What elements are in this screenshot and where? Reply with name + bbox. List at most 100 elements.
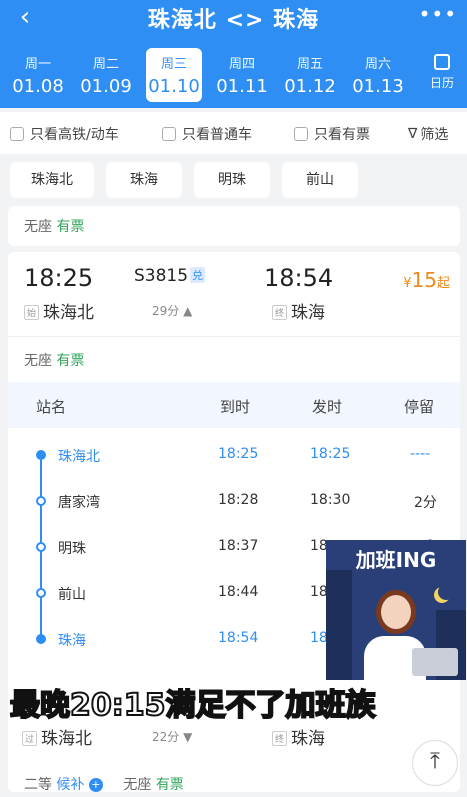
date-tab-sat[interactable]: 周六 01.13: [350, 48, 406, 102]
building-shape: [326, 570, 352, 680]
date-tab-fri[interactable]: 周五 01.12: [282, 48, 338, 102]
duration-toggle[interactable]: 22分 ▼: [152, 728, 192, 745]
stop-station: 前山: [58, 587, 86, 603]
arrive-station-name: 珠海: [291, 729, 326, 749]
date-label: 01.10: [148, 76, 200, 97]
filter-label: 只看普通车: [182, 127, 252, 143]
date-tab-thu[interactable]: 周四 01.11: [214, 48, 270, 102]
seat-info: 二等 候补 + 无座 有票: [24, 774, 184, 794]
weekday-label: 周六: [364, 57, 391, 72]
stop-depart: 18:30: [310, 492, 351, 508]
depart-station-name: 珠海北: [41, 729, 93, 749]
stop-stay: ----: [410, 446, 431, 462]
date-label: 01.11: [216, 76, 268, 97]
checkbox-icon[interactable]: [162, 127, 176, 141]
date-tab-tue[interactable]: 周二 01.09: [78, 48, 134, 102]
pass-badge: 过: [22, 731, 38, 746]
station-chip-zhuhai[interactable]: 珠海: [106, 162, 182, 198]
seat-status: 有票: [56, 219, 85, 235]
filter-bar: 只看高铁/动车 只看普通车 只看有票 ∇ 筛选: [0, 112, 467, 154]
expand-arrow-icon: ▼: [183, 730, 193, 744]
weekday-label: 周二: [92, 57, 119, 72]
calendar-icon: [434, 54, 450, 70]
video-caption: 最晚20:15满足不了加班族: [9, 680, 376, 724]
filter-label: 只看高铁/动车: [30, 127, 119, 143]
arrow-up-icon: ⤒: [430, 749, 440, 774]
date-selector: 周一 01.08 周二 01.09 周三 01.10 周四 01.11 周五 0…: [6, 48, 416, 102]
checkbox-icon[interactable]: [10, 127, 24, 141]
more-menu-icon[interactable]: •••: [419, 2, 457, 26]
stop-dot-icon: [36, 450, 46, 460]
filter-available[interactable]: 只看有票: [294, 124, 370, 144]
currency-symbol: ¥: [403, 276, 412, 291]
stop-stay: 2分: [414, 495, 437, 511]
duration-text: 22分: [152, 730, 180, 744]
arrive-station-name: 珠海: [291, 303, 326, 323]
waitlist-status[interactable]: 候补: [56, 777, 84, 793]
header-stay: 停留: [404, 398, 435, 416]
seat-info: 无座 有票: [24, 216, 84, 236]
filter-high-speed[interactable]: 只看高铁/动车: [10, 124, 119, 144]
stop-station: 珠海: [58, 633, 86, 649]
weekday-label: 周五: [296, 57, 323, 72]
station-chips: 珠海北 珠海 明珠 前山: [0, 154, 467, 206]
stop-arrive: 18:25: [218, 446, 259, 462]
seat-label: 无座: [24, 219, 52, 235]
terminal-badge: 终: [272, 731, 288, 746]
stop-station: 珠海北: [58, 449, 100, 465]
calendar-button[interactable]: 日历: [425, 52, 459, 91]
stop-arrive: 18:44: [218, 584, 259, 600]
depart-station: 过珠海北: [22, 724, 92, 749]
terminal-badge: 终: [272, 305, 288, 320]
caption-white: 最晚20:15: [9, 687, 166, 724]
scroll-top-button[interactable]: ⤒: [412, 740, 458, 786]
class-label: 二等: [24, 777, 52, 793]
price-suffix: 起: [436, 276, 450, 291]
top-bar: ‹ 珠海北 <> 珠海 ••• 周一 01.08 周二 01.09 周三 01.…: [0, 0, 467, 108]
stop-arrive: 18:37: [218, 538, 259, 554]
train-number[interactable]: S3815 兑: [134, 266, 206, 286]
arrive-station: 终珠海: [272, 298, 325, 323]
station-chip-mingzhu[interactable]: 明珠: [194, 162, 270, 198]
exchange-badge: 兑: [190, 267, 206, 283]
depart-station: 始珠海北: [24, 298, 94, 323]
funnel-icon: ∇: [408, 126, 418, 142]
table-row: 唐家湾 18:28 18:30 2分: [8, 478, 460, 524]
depart-station-name: 珠海北: [43, 303, 95, 323]
seat-status: 有票: [155, 777, 184, 793]
header-station: 站名: [36, 398, 67, 416]
filter-regular[interactable]: 只看普通车: [162, 124, 252, 144]
date-label: 01.09: [80, 76, 132, 97]
filter-label: 只看有票: [314, 127, 370, 143]
sticker-overlay: 加班ING: [326, 540, 466, 680]
table-row: 珠海北 18:25 18:25 ----: [8, 432, 460, 478]
arrive-station: 终珠海: [272, 724, 325, 749]
seat-label: 无座: [123, 777, 152, 793]
station-chip-qianshan[interactable]: 前山: [282, 162, 358, 198]
route-title: 珠海北 <> 珠海: [147, 8, 320, 33]
price-value: 15: [411, 268, 437, 292]
filter-label: 筛选: [420, 127, 449, 143]
stop-dot-icon: [36, 542, 46, 552]
date-label: 01.13: [352, 76, 404, 97]
moon-icon: [438, 584, 454, 600]
weekday-label: 周四: [228, 57, 255, 72]
station-chip-zhuhaibei[interactable]: 珠海北: [10, 162, 94, 198]
stop-dot-icon: [36, 588, 46, 598]
next-train-card[interactable]: 过珠海北 22分 ▼ 终珠海 二等 候补 + 无座 有票: [8, 720, 460, 794]
stop-table-header: 站名 到时 发时 停留: [8, 382, 460, 428]
checkbox-icon[interactable]: [294, 127, 308, 141]
stop-dot-icon: [36, 496, 46, 506]
calendar-label: 日历: [429, 76, 454, 90]
filter-button[interactable]: ∇ 筛选: [408, 124, 448, 144]
duration-toggle[interactable]: 29分 ▲: [152, 302, 192, 319]
header-arrive: 到时: [220, 398, 251, 416]
stop-station: 明珠: [58, 541, 86, 557]
sticker-title: 加班ING: [355, 548, 437, 572]
prev-train-card[interactable]: 无座 有票: [8, 206, 460, 246]
date-tab-wed-selected[interactable]: 周三 01.10: [146, 48, 202, 102]
add-waitlist-icon[interactable]: +: [88, 778, 103, 792]
duration-text: 29分: [152, 304, 180, 318]
date-tab-mon[interactable]: 周一 01.08: [10, 48, 66, 102]
header-depart: 发时: [312, 398, 343, 416]
